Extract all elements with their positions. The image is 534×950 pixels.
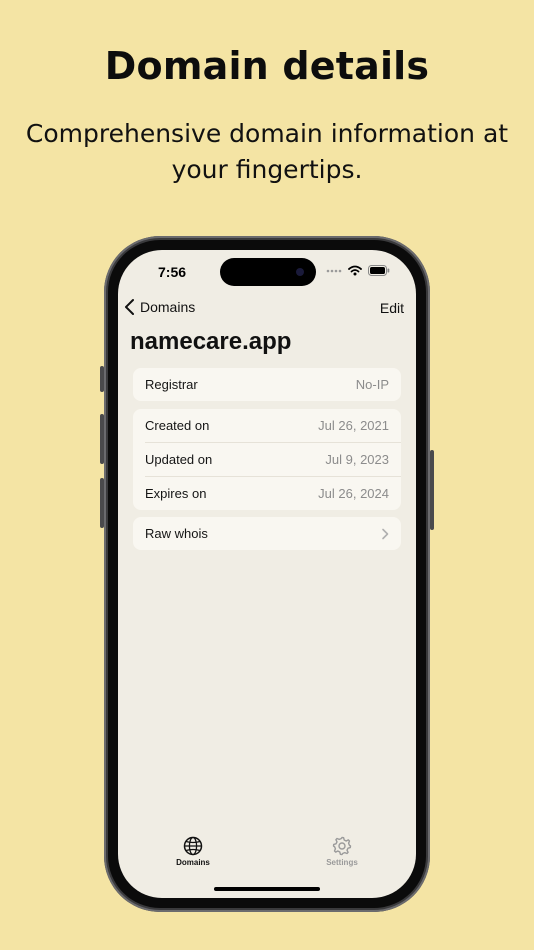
expires-row: Expires on Jul 26, 2024 [145, 476, 401, 510]
phone-action-button [100, 366, 104, 392]
phone-volume-down-button [100, 478, 104, 528]
back-button-label: Domains [140, 299, 196, 315]
tab-bar: Domains Settings [118, 836, 416, 876]
gear-icon [332, 836, 352, 856]
globe-icon [183, 836, 203, 856]
promo-headline: Domain details [104, 44, 430, 88]
phone-power-button [430, 450, 434, 530]
tab-domains[interactable]: Domains [153, 836, 233, 867]
raw-whois-row[interactable]: Raw whois [133, 517, 401, 550]
updated-label: Updated on [145, 452, 213, 467]
created-row: Created on Jul 26, 2021 [133, 409, 401, 442]
status-time: 7:56 [158, 264, 187, 280]
edit-button[interactable]: Edit [380, 300, 404, 316]
expires-value: Jul 26, 2024 [318, 486, 389, 501]
registrar-row: Registrar No-IP [133, 368, 401, 401]
updated-row: Updated on Jul 9, 2023 [145, 442, 401, 476]
expires-label: Expires on [145, 486, 207, 501]
wifi-icon [348, 265, 362, 276]
chevron-left-icon [125, 299, 134, 315]
camera-icon [296, 268, 304, 276]
phone-screen: 7:56 Domains Edit namecare.app Registrar… [118, 250, 416, 898]
created-label: Created on [145, 418, 210, 433]
page-title: namecare.app [130, 328, 292, 355]
promo-subheadline: Comprehensive domain information at your… [25, 119, 509, 184]
tab-domains-label: Domains [176, 858, 210, 867]
dates-card: Created on Jul 26, 2021 Updated on Jul 9… [133, 409, 401, 510]
signal-icon [326, 269, 342, 272]
registrar-card: Registrar No-IP [133, 368, 401, 401]
raw-whois-label: Raw whois [145, 526, 208, 541]
registrar-label: Registrar [145, 377, 198, 392]
status-icons [326, 265, 390, 276]
raw-whois-card[interactable]: Raw whois [133, 517, 401, 550]
dynamic-island [220, 258, 316, 286]
registrar-value: No-IP [355, 377, 389, 392]
back-button[interactable]: Domains [124, 298, 195, 316]
chevron-right-icon [382, 528, 389, 539]
battery-icon [368, 265, 390, 276]
tab-settings[interactable]: Settings [302, 836, 382, 867]
phone-volume-up-button [100, 414, 104, 464]
home-indicator [214, 887, 320, 891]
created-value: Jul 26, 2021 [318, 418, 389, 433]
tab-settings-label: Settings [326, 858, 358, 867]
updated-value: Jul 9, 2023 [325, 452, 389, 467]
